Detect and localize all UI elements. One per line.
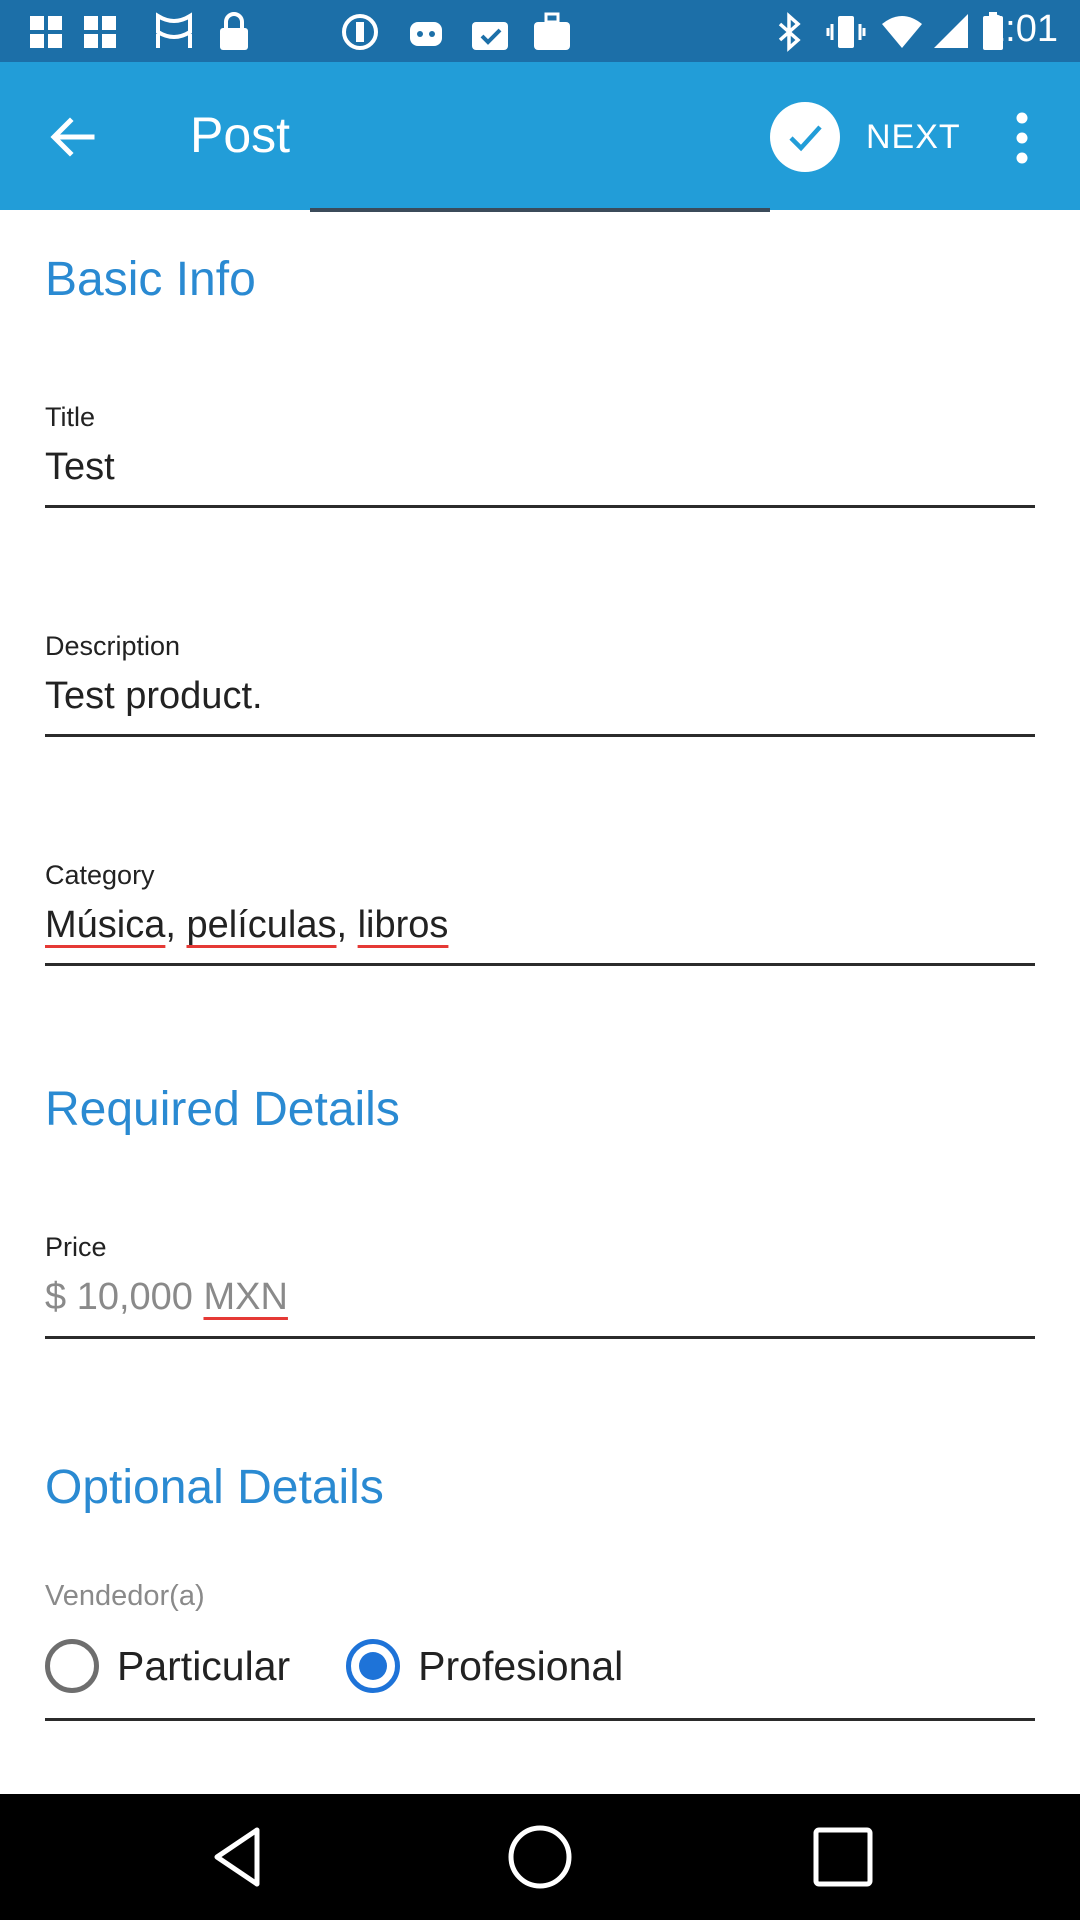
- title-input[interactable]: Test: [45, 446, 115, 489]
- radio-checked-icon: [346, 1639, 401, 1693]
- bag-icon: [534, 12, 570, 50]
- section-required-details: Required Details: [45, 1083, 400, 1136]
- radio-unchecked-icon: [45, 1639, 99, 1693]
- vendor-underline: [45, 1718, 1035, 1721]
- vpn-icon: [156, 12, 192, 48]
- back-arrow-icon[interactable]: [40, 104, 106, 170]
- status-time: 2:01: [984, 8, 1058, 50]
- toolbar: Post NEXT: [0, 62, 1080, 210]
- description-label: Description: [45, 631, 181, 661]
- bluetooth-icon: [778, 12, 801, 52]
- category-separator: ,: [165, 904, 187, 946]
- price-currency: MXN: [203, 1276, 288, 1318]
- vendor-radio-group: Particular Profesional: [45, 1636, 679, 1696]
- signal-icon: [934, 14, 968, 48]
- description-input[interactable]: Test product.: [45, 675, 263, 718]
- back-triangle-icon[interactable]: [205, 1822, 275, 1892]
- description-underline: [45, 734, 1035, 737]
- price-value: $ 10,000: [45, 1276, 204, 1318]
- category-input[interactable]: Música, películas, libros: [45, 904, 448, 947]
- next-label: NEXT: [866, 117, 961, 156]
- title-underline: [45, 505, 1035, 508]
- pinwheel-icon: [84, 16, 116, 48]
- check-icon: [770, 102, 840, 172]
- price-label: Price: [45, 1232, 107, 1262]
- home-circle-icon[interactable]: [505, 1822, 575, 1892]
- radio-particular[interactable]: Particular: [45, 1639, 290, 1693]
- category-label: Category: [45, 860, 155, 890]
- radio-label: Particular: [117, 1642, 291, 1689]
- section-basic-info: Basic Info: [45, 253, 256, 306]
- recents-square-icon[interactable]: [808, 1822, 878, 1892]
- title-label: Title: [45, 402, 96, 432]
- pinwheel-icon: [30, 16, 62, 48]
- vendor-label: Vendedor(a): [45, 1580, 205, 1612]
- app-icon: [342, 14, 378, 50]
- lock-icon: [220, 12, 248, 50]
- category-underline: [45, 963, 1035, 966]
- vibrate-icon: [826, 16, 866, 48]
- more-vert-icon[interactable]: [1000, 108, 1044, 168]
- radio-profesional[interactable]: Profesional: [346, 1639, 623, 1693]
- next-button[interactable]: NEXT: [770, 102, 961, 172]
- category-separator: ,: [336, 904, 358, 946]
- wifi-icon: [882, 16, 922, 48]
- section-optional-details: Optional Details: [45, 1461, 384, 1514]
- price-underline: [45, 1336, 1035, 1339]
- navigation-bar: [0, 1794, 1080, 1920]
- price-input[interactable]: $ 10,000 MXN: [45, 1276, 288, 1319]
- tab-indicator: [310, 208, 770, 212]
- app-screen: 2:01 Post NEXT Basic Info Title Test Des…: [0, 0, 1080, 1920]
- page-title: Post: [190, 107, 291, 163]
- category-word: libros: [357, 904, 449, 946]
- checkbag-icon: [472, 22, 508, 50]
- status-bar: 2:01: [0, 0, 1080, 62]
- category-word: Música: [45, 904, 166, 946]
- radio-label: Profesional: [418, 1642, 624, 1689]
- category-word: películas: [186, 904, 337, 946]
- android-icon: [410, 22, 442, 46]
